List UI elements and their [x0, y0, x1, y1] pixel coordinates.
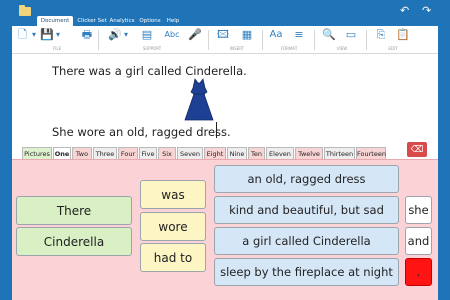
group-file-label: FILE	[52, 46, 62, 51]
insert-symbol-icon[interactable]: ▦	[240, 28, 254, 42]
ribbon-toolbar: 🗋 ▾ 💾 ▾ 🖶 FILE 🔊 ▾ ▤ Abc 🎤 SUPPORT 🖾 ▦ I…	[12, 26, 438, 54]
folder-icon[interactable]	[19, 5, 31, 16]
group-edit-label: EDIT	[388, 46, 398, 51]
document-area[interactable]: There was a girl called Cinderella. She …	[12, 54, 438, 146]
tab-thirteen[interactable]: Thirteen	[324, 147, 355, 159]
window-frame-right	[438, 26, 450, 300]
print-icon[interactable]: 🖶	[80, 28, 94, 42]
tab-eight[interactable]: Eight	[204, 147, 226, 159]
tab-eleven[interactable]: Eleven	[266, 147, 294, 159]
save-menu-chevron-icon[interactable]: ▾	[54, 28, 62, 42]
font-style-icon[interactable]: Aa	[268, 28, 284, 42]
tab-nine[interactable]: Nine	[227, 147, 247, 159]
backspace-icon: ⌫	[410, 144, 424, 155]
tab-clicker-set[interactable]: Clicker Set	[77, 16, 107, 26]
tab-pictures[interactable]: Pictures	[22, 147, 52, 159]
tab-two[interactable]: Two	[72, 147, 92, 159]
insert-picture-icon[interactable]: 🖾	[216, 28, 230, 42]
tab-help[interactable]: Help	[166, 16, 180, 26]
tab-ten[interactable]: Ten	[248, 147, 265, 159]
undo-icon[interactable]: ↶	[400, 5, 409, 17]
tab-options[interactable]: Options	[138, 16, 162, 26]
ribbon-divider	[262, 30, 263, 50]
ribbon-divider	[208, 30, 209, 50]
text-cursor	[216, 122, 217, 138]
document-line-2: She wore an old, ragged dress.	[52, 125, 231, 139]
new-menu-chevron-icon[interactable]: ▾	[30, 28, 38, 42]
group-support-label: SUPPORT	[142, 46, 162, 51]
grid-cell-had-to[interactable]: had to	[140, 243, 206, 272]
tab-seven[interactable]: Seven	[177, 147, 203, 159]
grid-cell-wore[interactable]: wore	[140, 212, 206, 241]
grid-cell-she[interactable]: she	[405, 196, 432, 224]
tab-analytics[interactable]: Analytics	[109, 16, 135, 26]
group-insert-label: INSERT	[229, 46, 245, 51]
tab-five[interactable]: Five	[139, 147, 157, 159]
grid-cell-full-stop[interactable]: .	[405, 258, 432, 286]
grid-cell-phrase-3[interactable]: a girl called Cinderella	[214, 227, 399, 255]
clicker-set-tabs: Pictures One Two Three Four Five Six Sev…	[12, 146, 438, 159]
tab-twelve[interactable]: Twelve	[295, 147, 323, 159]
document-line-1: There was a girl called Cinderella.	[52, 64, 247, 78]
clicker-grid: There Cinderella was wore had to an old,…	[12, 159, 438, 300]
word-grid-icon[interactable]: ▤	[140, 28, 154, 42]
ribbon-divider	[366, 30, 367, 50]
title-bar: Document Clicker Set Analytics Options H…	[0, 0, 450, 26]
ribbon-divider	[314, 30, 315, 50]
grid-cell-there[interactable]: There	[16, 196, 132, 225]
spellcheck-icon[interactable]: Abc	[164, 28, 180, 42]
tab-three[interactable]: Three	[93, 147, 117, 159]
align-text-icon[interactable]: ≡	[292, 28, 306, 42]
grid-cell-and[interactable]: and	[405, 227, 432, 255]
tab-document[interactable]: Document	[37, 16, 73, 26]
speech-icon[interactable]: 🔊	[108, 28, 122, 42]
tab-six[interactable]: Six	[158, 147, 176, 159]
redo-icon[interactable]: ↷	[422, 5, 431, 17]
grid-cell-phrase-4[interactable]: sleep by the fireplace at night	[214, 258, 399, 286]
delete-backspace-button[interactable]: ⌫	[407, 142, 427, 157]
grid-cell-cinderella[interactable]: Cinderella	[16, 227, 132, 256]
speech-chevron-icon[interactable]: ▾	[122, 28, 130, 42]
group-format-label: FORMAT	[280, 46, 298, 51]
grid-cell-was[interactable]: was	[140, 180, 206, 209]
blue-dress-picture	[184, 78, 214, 121]
tab-one[interactable]: One	[53, 147, 71, 159]
grid-cell-phrase-1[interactable]: an old, ragged dress	[214, 165, 399, 193]
page-view-icon[interactable]: ▭	[344, 28, 358, 42]
tab-fourteen[interactable]: Fourteen	[356, 147, 386, 159]
microphone-icon[interactable]: 🎤	[188, 28, 202, 42]
ribbon-divider	[98, 30, 99, 50]
grid-cell-phrase-2[interactable]: kind and beautiful, but sad	[214, 196, 399, 224]
tab-four[interactable]: Four	[118, 147, 138, 159]
new-document-icon[interactable]: 🗋	[16, 28, 29, 42]
paste-icon[interactable]: 📋	[396, 28, 410, 42]
copy-icon[interactable]: ⎘	[374, 28, 388, 42]
group-view-label: VIEW	[336, 46, 348, 51]
save-icon[interactable]: 💾	[40, 28, 54, 42]
window-frame-left	[0, 26, 12, 300]
zoom-icon[interactable]: 🔍	[322, 28, 336, 42]
